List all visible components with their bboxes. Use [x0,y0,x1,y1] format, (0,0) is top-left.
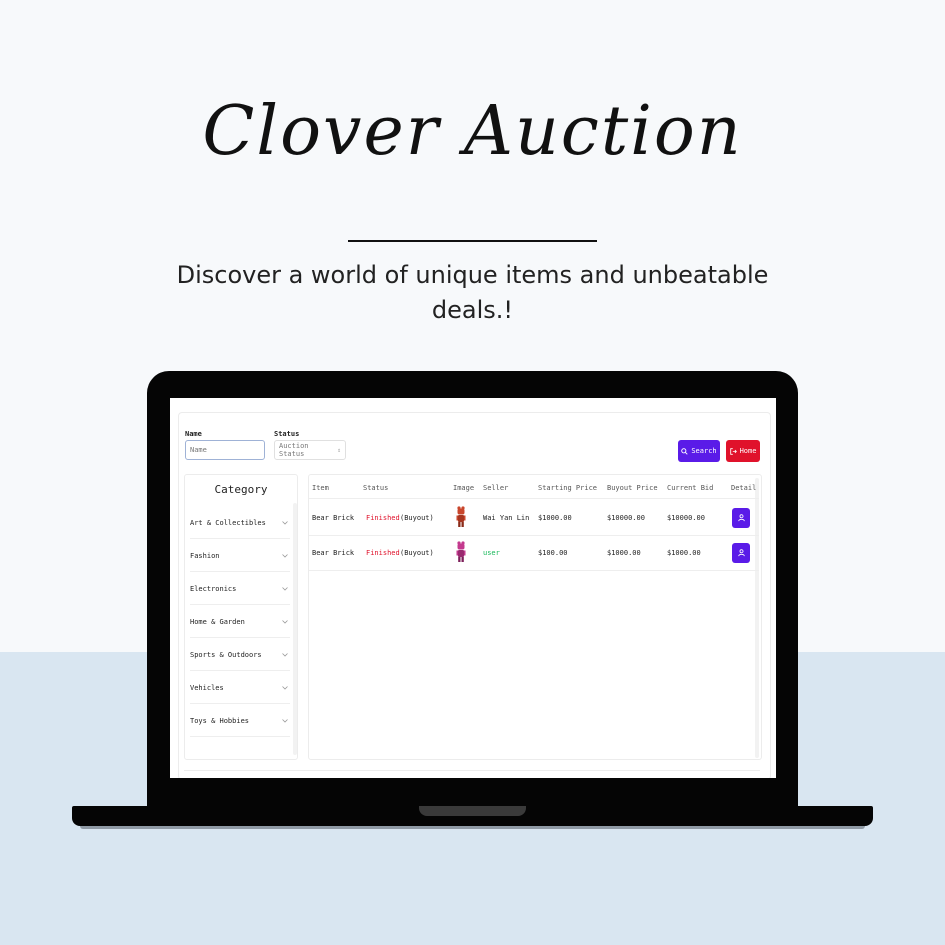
hero-divider [348,240,597,242]
row-divider [309,535,759,536]
search-button[interactable]: Search [678,440,720,462]
chevron-down-icon [282,717,288,725]
row-status-note: (Buyout) [400,514,434,522]
user-icon [737,549,745,557]
row-status: Finished [366,514,400,522]
row-item: Bear Brick [312,514,355,522]
row-divider [309,570,759,571]
bear-brick-image [456,506,466,527]
bear-brick-image [456,541,466,562]
logout-icon [729,447,737,455]
auction-status-value: Auction Status [279,442,309,458]
chevron-down-icon [282,585,288,593]
category-item-label: Sports & Outdoors [190,650,262,659]
chevron-down-icon [282,684,288,692]
hero-title: Clover Auction [202,92,743,171]
category-item-label: Toys & Hobbies [190,716,250,725]
home-button[interactable]: Home [726,440,760,462]
header-divider [309,498,759,499]
name-label: Name [185,430,202,438]
select-arrows-icon: ⇕ [337,446,341,454]
col-header-image: Image [453,484,475,492]
laptop-shadow [80,826,865,829]
user-icon [737,514,745,522]
table-scrollbar[interactable] [755,478,759,758]
category-item[interactable]: Home & Garden [190,606,290,638]
row-starting-price: $1000.00 [538,514,572,522]
col-header-status: Status [363,484,389,492]
search-button-label: Search [691,447,717,455]
row-seller: Wai Yan Lin [483,514,530,522]
category-item[interactable]: Sports & Outdoors [190,639,290,671]
auction-app: Name Status Auction Status ⇕ Search Home… [170,398,776,778]
category-item-label: Electronics [190,584,237,593]
category-title: Category [214,483,268,496]
row-status: Finished [366,549,400,557]
category-item-label: Art & Collectibles [190,518,266,527]
category-item[interactable]: Electronics [190,573,290,605]
chevron-down-icon [282,651,288,659]
category-item[interactable]: Toys & Hobbies [190,705,290,737]
col-header-buyout-price: Buyout Price [607,484,658,492]
category-item-label: Vehicles [190,683,224,692]
detail-button[interactable] [732,508,750,528]
auction-status-select[interactable]: Auction Status ⇕ [274,440,346,460]
row-item: Bear Brick [312,549,355,557]
category-item[interactable]: Fashion [190,540,290,572]
row-seller: user [483,549,500,557]
row-starting-price: $100.00 [538,549,568,557]
name-input[interactable] [185,440,265,460]
hero-subtitle: Discover a world of unique items and unb… [176,261,769,324]
col-header-seller: Seller [483,484,509,492]
chevron-down-icon [282,618,288,626]
status-label: Status [274,430,300,438]
laptop-screen: Name Status Auction Status ⇕ Search Home… [170,398,776,778]
search-icon [681,447,688,455]
row-status-note: (Buyout) [400,549,434,557]
col-header-current-bid: Current Bid [667,484,714,492]
category-item[interactable]: Art & Collectibles [190,507,290,539]
col-header-starting-price: Starting Price [538,484,598,492]
detail-button[interactable] [732,543,750,563]
chevron-down-icon [282,552,288,560]
home-button-label: Home [739,447,757,455]
row-buyout-price: $1000.00 [607,549,641,557]
category-item-label: Home & Garden [190,617,245,626]
col-header-item: Item [312,484,329,492]
laptop-notch [419,806,526,816]
category-item-label: Fashion [190,551,220,560]
category-item[interactable]: Vehicles [190,672,290,704]
col-header-detail: Detail [731,484,757,492]
row-buyout-price: $10000.00 [607,514,645,522]
footer-panel [184,770,760,778]
chevron-down-icon [282,519,288,527]
row-current-bid: $1000.00 [667,549,701,557]
category-scrollbar[interactable] [293,503,297,755]
row-current-bid: $10000.00 [667,514,705,522]
